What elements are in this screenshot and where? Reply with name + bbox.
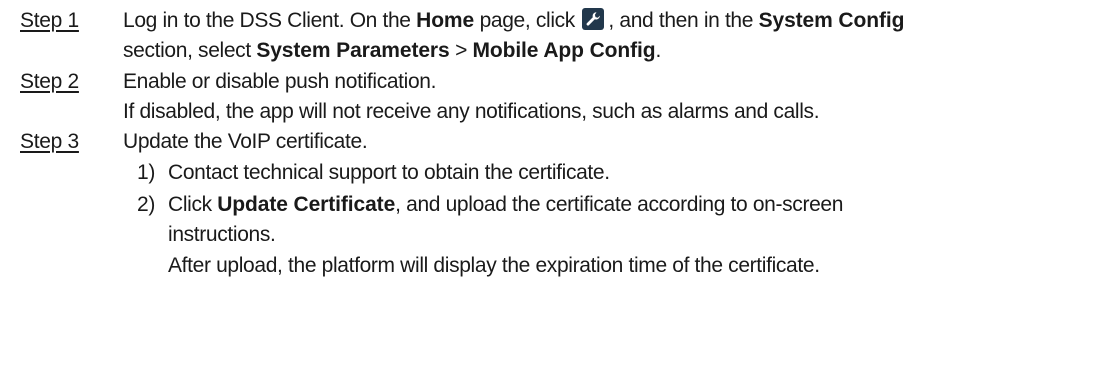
home-page-name: Home [416, 9, 475, 32]
update-certificate-button-name: Update Certificate [217, 193, 396, 216]
substep-1-number: 1) [137, 161, 155, 184]
substep-1-text: Contact technical support to obtain the … [168, 161, 610, 184]
substep-2-number: 2) [137, 193, 155, 216]
wrench-icon [582, 8, 605, 30]
document-procedure: Step 1 Log in to the DSS Client. On the … [0, 0, 1120, 383]
step-3-label: Step 3 [20, 130, 79, 153]
step-2-label: Step 2 [20, 70, 79, 93]
mobile-app-config-menu: Mobile App Config [472, 39, 656, 62]
substep-2-continuation: instructions. [168, 223, 276, 246]
substep-2-note: After upload, the platform will display … [168, 254, 820, 277]
step-1-line-1: Log in to the DSS Client. On the Home pa… [123, 8, 905, 32]
step-1-line-2: section, select System Parameters > Mobi… [123, 39, 661, 62]
step-2-line-2: If disabled, the app will not receive an… [123, 100, 820, 123]
step-3-line-1: Update the VoIP certificate. [123, 130, 368, 153]
step-2-line-1: Enable or disable push notification. [123, 70, 437, 93]
system-config-section: System Config [758, 9, 905, 32]
step-1-label: Step 1 [20, 9, 79, 32]
system-parameters-menu: System Parameters [256, 39, 450, 62]
substep-2-text: Click Update Certificate, and upload the… [168, 193, 844, 216]
